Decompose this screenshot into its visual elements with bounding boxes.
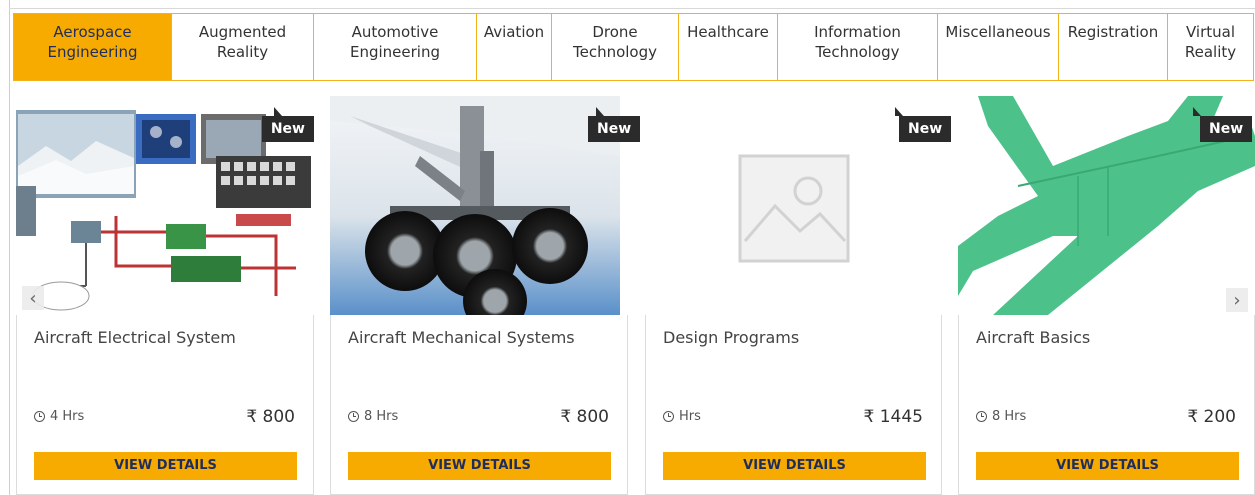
clock-icon — [976, 411, 987, 422]
course-card-body: Aircraft Electrical System 4 Hrs ₹ 800 V… — [16, 315, 314, 495]
course-duration: 4 Hrs — [34, 409, 84, 424]
tab-virtual-reality[interactable]: Virtual Reality — [1167, 13, 1254, 81]
new-badge: New — [588, 116, 641, 142]
course-duration: 8 Hrs — [348, 409, 398, 424]
badge-corner — [1193, 107, 1201, 116]
view-details-button[interactable]: VIEW DETAILS — [348, 452, 611, 480]
course-title[interactable]: Design Programs — [663, 328, 799, 347]
course-carousel: New Aircraft Electrical System 4 Hrs ₹ 8… — [0, 96, 1255, 495]
duration-value: 8 Hrs — [992, 409, 1027, 424]
tab-augmented-reality[interactable]: Augmented Reality — [171, 13, 313, 81]
course-title[interactable]: Aircraft Mechanical Systems — [348, 328, 575, 347]
course-price: ₹ 800 — [246, 407, 295, 427]
badge-corner — [274, 107, 282, 116]
course-title[interactable]: Aircraft Basics — [976, 328, 1090, 347]
course-title[interactable]: Aircraft Electrical System — [34, 328, 236, 347]
course-price: ₹ 1445 — [863, 407, 923, 427]
course-image-landing-gear[interactable] — [330, 96, 620, 315]
course-card-body: Aircraft Basics 8 Hrs ₹ 200 VIEW DETAILS — [958, 315, 1255, 495]
course-card-body: Aircraft Mechanical Systems 8 Hrs ₹ 800 … — [330, 315, 628, 495]
view-details-button[interactable]: VIEW DETAILS — [663, 452, 926, 480]
category-tabs: Aerospace Engineering Augmented Reality … — [13, 13, 1254, 81]
course-card: New Aircraft Mechanical Systems 8 Hrs ₹ … — [330, 96, 641, 495]
course-duration: 8 Hrs — [976, 409, 1026, 424]
new-badge: New — [899, 116, 952, 142]
carousel-next-arrow[interactable]: › — [1226, 288, 1248, 312]
view-details-button[interactable]: VIEW DETAILS — [976, 452, 1239, 480]
clock-icon — [348, 411, 359, 422]
frame-top-border — [9, 8, 1255, 9]
tab-registration[interactable]: Registration — [1058, 13, 1167, 81]
course-price: ₹ 200 — [1187, 407, 1236, 427]
course-card: New Aircraft Electrical System 4 Hrs ₹ 8… — [16, 96, 314, 495]
new-badge: New — [261, 116, 314, 142]
view-details-button[interactable]: VIEW DETAILS — [34, 452, 297, 480]
tab-automotive-engineering[interactable]: Automotive Engineering — [313, 13, 476, 81]
tab-information-technology[interactable]: Information Technology — [777, 13, 937, 81]
clock-icon — [663, 411, 674, 422]
course-duration: Hrs — [663, 409, 701, 424]
clock-icon — [34, 411, 45, 422]
duration-value: 8 Hrs — [364, 409, 399, 424]
tab-drone-technology[interactable]: Drone Technology — [551, 13, 678, 81]
tab-aviation[interactable]: Aviation — [476, 13, 551, 81]
badge-corner — [895, 107, 903, 116]
carousel-prev-arrow[interactable]: ‹ — [22, 286, 44, 310]
tab-aerospace-engineering[interactable]: Aerospace Engineering — [13, 13, 171, 81]
course-image-placeholder[interactable] — [645, 96, 942, 315]
course-price: ₹ 800 — [560, 407, 609, 427]
tab-miscellaneous[interactable]: Miscellaneous — [937, 13, 1058, 81]
new-badge: New — [1200, 116, 1253, 142]
course-card: New Design Programs Hrs ₹ 1445 VIEW DETA… — [645, 96, 952, 495]
duration-value: Hrs — [679, 409, 701, 424]
course-card: New Aircraft Basics 8 Hrs ₹ 200 VIEW DET… — [958, 96, 1255, 495]
duration-value: 4 Hrs — [50, 409, 85, 424]
course-card-body: Design Programs Hrs ₹ 1445 VIEW DETAILS — [645, 315, 942, 495]
tab-healthcare[interactable]: Healthcare — [678, 13, 777, 81]
badge-corner — [596, 107, 604, 116]
